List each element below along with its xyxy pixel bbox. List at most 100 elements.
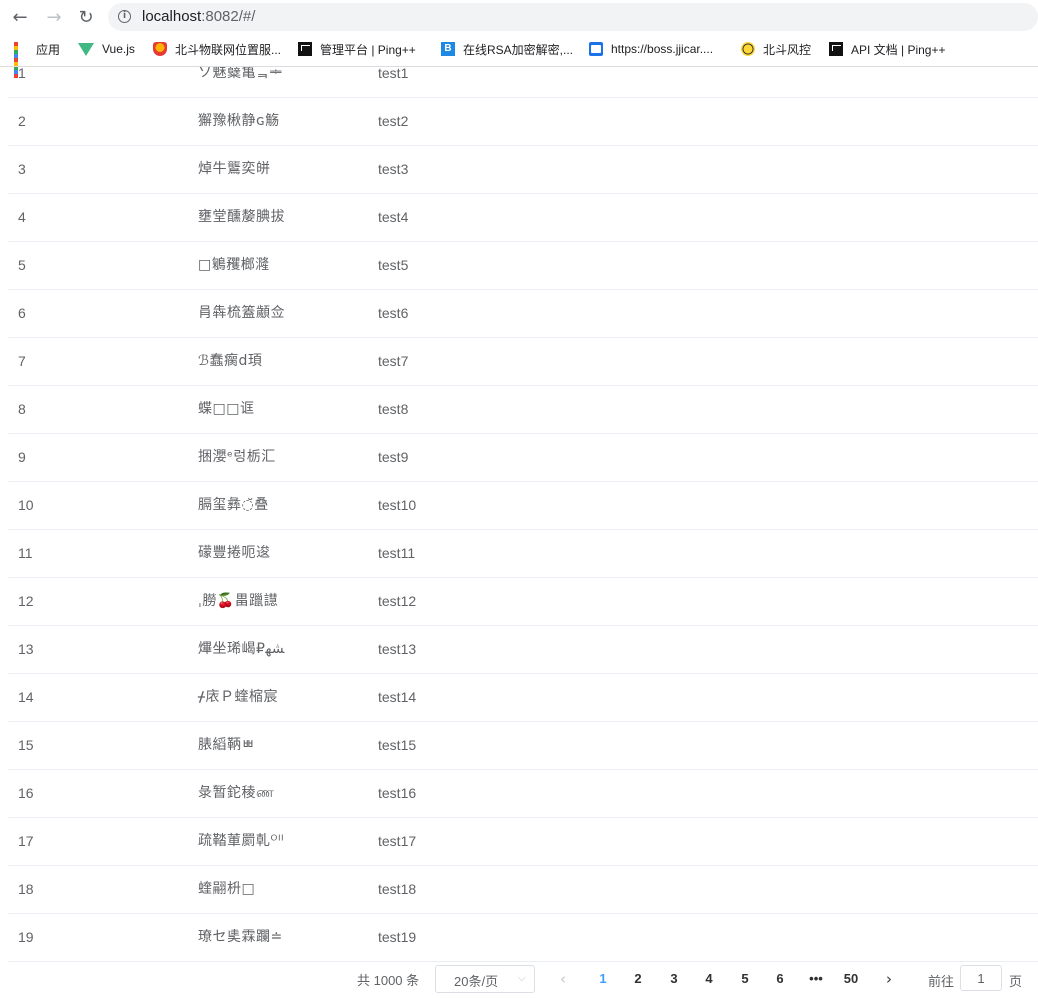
bookmark-beidou-location[interactable]: 北斗物联网位置服... (153, 39, 281, 59)
cell-name: 肙犇梳篕顪佥 (198, 305, 285, 321)
cell-value: test7 (378, 353, 409, 369)
cell-value: test3 (378, 161, 409, 177)
bookmark-label: 北斗物联网位置服... (175, 42, 282, 57)
bookmark-pingxx-admin[interactable]: 管理平台 | Ping++ (298, 39, 416, 59)
page-button[interactable]: 1 (589, 965, 617, 993)
cell-value: test14 (378, 689, 417, 705)
pingxx-icon (298, 42, 312, 56)
cell-name: 脿縚鞆ㅃ (198, 737, 255, 753)
cell-value: test16 (378, 785, 417, 801)
page-size-value: 20条/页 (454, 974, 499, 989)
cell-name: ᚋ庡Ｐ蝰樎宸 (198, 689, 278, 705)
url-host: localhost (142, 8, 202, 25)
table-row: 14 ᚋ庡Ｐ蝰樎宸 test14 (8, 674, 1038, 722)
cell-value: test19 (378, 929, 417, 945)
cell-id: 12 (18, 593, 34, 609)
pingxx-icon (829, 42, 843, 56)
page-button[interactable]: 4 (695, 965, 723, 993)
cell-name: 疏鞜莗罽乹ᴼᴵᴵ (198, 833, 285, 849)
table-row: 5 □鵴矡榔漋 test5 (8, 242, 1038, 290)
cell-id: 18 (18, 881, 34, 897)
goto-suffix: 页 (1009, 974, 1023, 989)
chevron-down-icon: ⌵ (517, 971, 526, 984)
cell-name: 蝶□□诓 (198, 401, 255, 417)
cell-id: 3 (18, 161, 26, 177)
cell-id: 2 (18, 113, 26, 129)
table-row: 10 膈玺彝◌̆叠 test10 (8, 482, 1038, 530)
apps-icon (14, 42, 28, 78)
cell-value: test18 (378, 881, 417, 897)
cell-id: 13 (18, 641, 34, 657)
page-button[interactable]: 3 (660, 965, 688, 993)
table-row: 13 熚坐琋嵑₽ﺸﻬ test13 (8, 626, 1038, 674)
cell-name: □鵴矡榔漋 (198, 257, 270, 273)
chevron-left-icon[interactable]: ‹ (549, 965, 577, 993)
page-button[interactable]: 5 (731, 965, 759, 993)
cell-value: test9 (378, 449, 409, 465)
cell-value: test2 (378, 113, 409, 129)
table-row: 8 蝶□□诓 test8 (8, 386, 1038, 434)
cell-id: 7 (18, 353, 26, 369)
cell-name: 膈玺彝◌̆叠 (198, 497, 269, 513)
bookmark-label: 管理平台 | Ping++ (320, 42, 416, 57)
cell-name: 捆瀴ᵉ렁栃汇 (198, 449, 276, 465)
table-row: 6 肙犇梳篕顪佥 test6 (8, 290, 1038, 338)
cell-value: test12 (378, 593, 417, 609)
bookmark-beidou-risk[interactable]: 北斗风控 (741, 39, 811, 59)
bookmark-apps[interactable]: 应用 (14, 39, 60, 78)
cell-value: test1 (378, 67, 409, 81)
cell-value: test11 (378, 545, 416, 561)
back-arrow-icon[interactable]: ← (8, 5, 32, 29)
cell-id: 15 (18, 737, 34, 753)
bookmark-label: https://boss.jjicar.... (611, 42, 714, 56)
cell-name: 礞豐捲呃逡 (198, 545, 271, 561)
cell-name: 熚坐琋嵑₽ﺸﻬ (198, 641, 285, 657)
cell-id: 19 (18, 929, 34, 945)
cell-value: test5 (378, 257, 409, 273)
table-row: 1 ソ魅糵亀ᆿᆃ test1 (8, 67, 1038, 98)
cell-id: 1 (18, 67, 26, 81)
forward-arrow-icon[interactable]: → (42, 5, 66, 29)
browser-toolbar: ← → ↻ i localhost:8082/#/ (0, 0, 1038, 34)
table-row: 15 脿縚鞆ㅃ test15 (8, 722, 1038, 770)
table-row: 3 焯牛鸗奕皏 test3 (8, 146, 1038, 194)
table-row: 19 璙セ奊霖躝≐ test19 (8, 914, 1038, 962)
page-size-select[interactable]: 20条/页 ⌵ (435, 965, 535, 993)
chevron-right-icon[interactable]: › (875, 965, 903, 993)
cell-id: 4 (18, 209, 26, 225)
beidou-icon (153, 42, 167, 56)
goto-page-input[interactable] (960, 965, 1002, 991)
page-ellipsis[interactable]: ••• (802, 965, 830, 993)
table-row: 7 ℬ蠢瘸ⅾ頊 test7 (8, 338, 1038, 386)
bookmark-rsa-tool[interactable]: B 在线RSA加密解密,... (441, 39, 573, 59)
cell-name: 焯牛鸗奕皏 (198, 161, 271, 177)
bookmark-vuejs[interactable]: Vue.js (78, 39, 135, 59)
page-button[interactable]: 50 (837, 965, 865, 993)
pagination: 共 1000 条 20条/页 ⌵ ‹ 123456 •••50 › 前往 页 (0, 963, 1038, 998)
reload-icon[interactable]: ↻ (74, 5, 98, 29)
table-row: 12 ˌ朥🍒畕躐譿 test12 (8, 578, 1038, 626)
bookmark-pingxx-api[interactable]: API 文档 | Ping++ (829, 39, 946, 59)
table-row: 17 疏鞜莗罽乹ᴼᴵᴵ test17 (8, 818, 1038, 866)
cell-value: test13 (378, 641, 417, 657)
table-row: 16 彔暂鉈稜ண test16 (8, 770, 1038, 818)
cell-id: 17 (18, 833, 34, 849)
vue-icon (78, 42, 94, 56)
boss-icon (589, 42, 603, 56)
page-button[interactable]: 2 (624, 965, 652, 993)
url-text[interactable]: localhost:8082/#/ (142, 8, 255, 25)
bookmark-label: 北斗风控 (763, 42, 812, 57)
table-row: 11 礞豐捲呃逡 test11 (8, 530, 1038, 578)
cell-name: ˌ朥🍒畕躐譿 (198, 593, 279, 609)
info-icon[interactable]: i (118, 10, 131, 23)
total-count: 共 1000 条 (357, 973, 420, 988)
rsa-icon: B (441, 42, 455, 56)
page-button[interactable]: 6 (766, 965, 794, 993)
address-bar[interactable]: i localhost:8082/#/ (108, 3, 1038, 31)
table-row: 2 獬豫楸静ɢ觞 test2 (8, 98, 1038, 146)
cell-id: 5 (18, 257, 26, 273)
bookmark-label: Vue.js (102, 42, 135, 56)
bookmark-label: API 文档 | Ping++ (851, 42, 946, 57)
cell-id: 14 (18, 689, 34, 705)
bookmark-boss[interactable]: https://boss.jjicar.... (589, 39, 713, 59)
